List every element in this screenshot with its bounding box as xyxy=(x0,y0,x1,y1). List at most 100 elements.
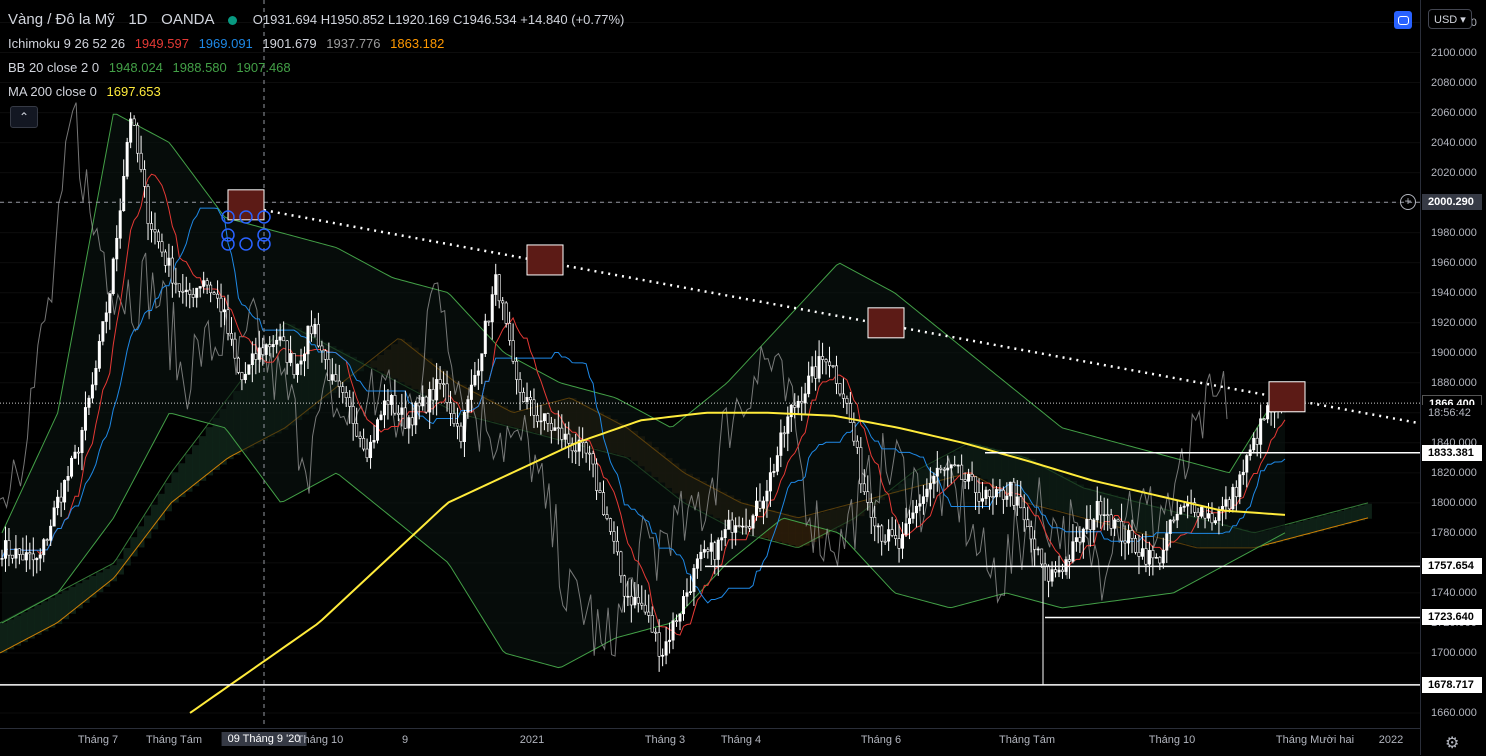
candle-body xyxy=(1238,474,1242,498)
candle-body xyxy=(869,502,873,518)
candle-body xyxy=(1085,519,1089,530)
candle-body xyxy=(817,356,821,379)
candle-body xyxy=(396,412,400,415)
candle-body xyxy=(855,440,859,448)
candle-body xyxy=(198,286,202,289)
candle-body xyxy=(143,169,147,187)
candle-body xyxy=(650,615,654,633)
candle-body xyxy=(136,125,140,154)
symbol-name[interactable]: Vàng / Đô la Mỹ xyxy=(8,11,115,28)
candle-body xyxy=(907,518,911,524)
pivot-highlight-box xyxy=(526,244,564,276)
legend-ma[interactable]: MA 200 close 0 1697.653 xyxy=(8,80,624,104)
candle-body xyxy=(960,464,964,480)
candle-body xyxy=(640,602,644,606)
candle-body xyxy=(793,404,797,408)
candle-body xyxy=(296,363,300,375)
candle-body xyxy=(591,453,595,465)
candle-body xyxy=(1140,548,1144,557)
candle-body xyxy=(1078,537,1082,543)
legend-ichimoku[interactable]: Ichimoku 9 26 52 26 1949.597 1969.091 19… xyxy=(8,32,624,56)
candle-body xyxy=(713,542,717,560)
candle-body xyxy=(709,542,713,552)
candle-body xyxy=(1050,569,1054,582)
candle-body xyxy=(365,448,369,459)
candle-body xyxy=(264,344,268,355)
candle-body xyxy=(174,282,178,285)
candle-body xyxy=(643,604,647,613)
candle-body xyxy=(657,632,661,657)
candle-body xyxy=(588,452,592,455)
candle-body xyxy=(1109,514,1113,529)
candle-body xyxy=(1054,569,1058,573)
ichimoku-cloud-segment xyxy=(205,427,214,476)
pivot-highlight-box xyxy=(867,307,905,339)
candle-body xyxy=(414,402,418,426)
candle-body xyxy=(191,294,195,298)
candle-body xyxy=(132,118,136,126)
candle-body xyxy=(455,423,459,427)
candle-body xyxy=(546,413,550,424)
candle-body xyxy=(459,425,463,442)
candle-body xyxy=(170,257,174,284)
candle-body xyxy=(125,141,129,177)
candle-body xyxy=(567,433,571,444)
candle-body xyxy=(334,374,338,382)
candle-body xyxy=(1040,548,1044,565)
candle-body xyxy=(994,489,998,498)
candle-body xyxy=(821,356,825,360)
interval-label[interactable]: 1D xyxy=(128,11,147,28)
pivot-highlight-box xyxy=(1268,381,1306,413)
candle-body xyxy=(598,490,602,493)
bb-lower-value: 1907.468 xyxy=(236,60,291,75)
ichimoku-cloud-segment xyxy=(13,615,22,646)
candle-body xyxy=(1005,495,1009,500)
candle-body xyxy=(205,280,209,286)
ichimoku-cloud-segment xyxy=(1350,507,1359,523)
price-axis[interactable]: 1660.0001680.0001700.0001720.0001740.000… xyxy=(1420,0,1486,755)
candle-body xyxy=(688,591,692,593)
candle-body xyxy=(525,397,529,403)
candle-body xyxy=(257,347,261,360)
candle-body xyxy=(1095,501,1099,521)
legend-bb[interactable]: BB 20 close 2 0 1948.024 1988.580 1907.4… xyxy=(8,56,624,80)
candle-body xyxy=(828,361,832,366)
candle-body xyxy=(1133,538,1137,553)
candle-body xyxy=(730,519,734,533)
candle-body xyxy=(862,483,866,493)
candle-body xyxy=(511,340,515,362)
candle-body xyxy=(223,309,227,313)
level-price-tag: 1678.717 xyxy=(1422,676,1482,693)
ichimoku-cloud-segment xyxy=(137,526,145,548)
candle-body xyxy=(1172,519,1176,522)
candle-body xyxy=(782,432,786,435)
price-chart[interactable] xyxy=(0,0,1421,728)
candle-body xyxy=(608,518,612,532)
candle-body xyxy=(10,554,14,559)
ichimoku-cloud-segment xyxy=(1357,505,1366,521)
ichimoku-cloud-segment xyxy=(130,537,138,557)
time-axis[interactable]: Tháng 7 Tháng Tám 09 Tháng 9 '20 Tháng 10 9 2… xyxy=(0,728,1420,756)
candle-body xyxy=(1120,521,1124,542)
candle-body xyxy=(348,397,352,407)
candle-body xyxy=(327,359,331,381)
candle-body xyxy=(379,414,383,420)
candle-body xyxy=(1106,514,1110,516)
candle-body xyxy=(167,257,171,266)
candle-body xyxy=(1151,550,1155,559)
price-tick-label: 1740.000 xyxy=(1431,586,1477,599)
candle-body xyxy=(35,557,39,561)
candle-body xyxy=(1067,559,1071,562)
candle-body xyxy=(177,283,181,292)
candle-body xyxy=(483,320,487,354)
ichimoku-cloud-segment xyxy=(75,583,83,609)
gear-icon[interactable]: ⚙ xyxy=(1445,733,1459,753)
candle-body xyxy=(442,383,446,385)
candle-body xyxy=(153,229,157,233)
candle-body xyxy=(1154,557,1158,559)
currency-select[interactable]: USD ▾ xyxy=(1428,9,1472,29)
candle-body xyxy=(313,324,317,335)
chart-area[interactable] xyxy=(0,0,1421,728)
compare-icon[interactable] xyxy=(1394,11,1412,29)
collapse-legend-button[interactable]: ⌃ xyxy=(10,106,38,128)
